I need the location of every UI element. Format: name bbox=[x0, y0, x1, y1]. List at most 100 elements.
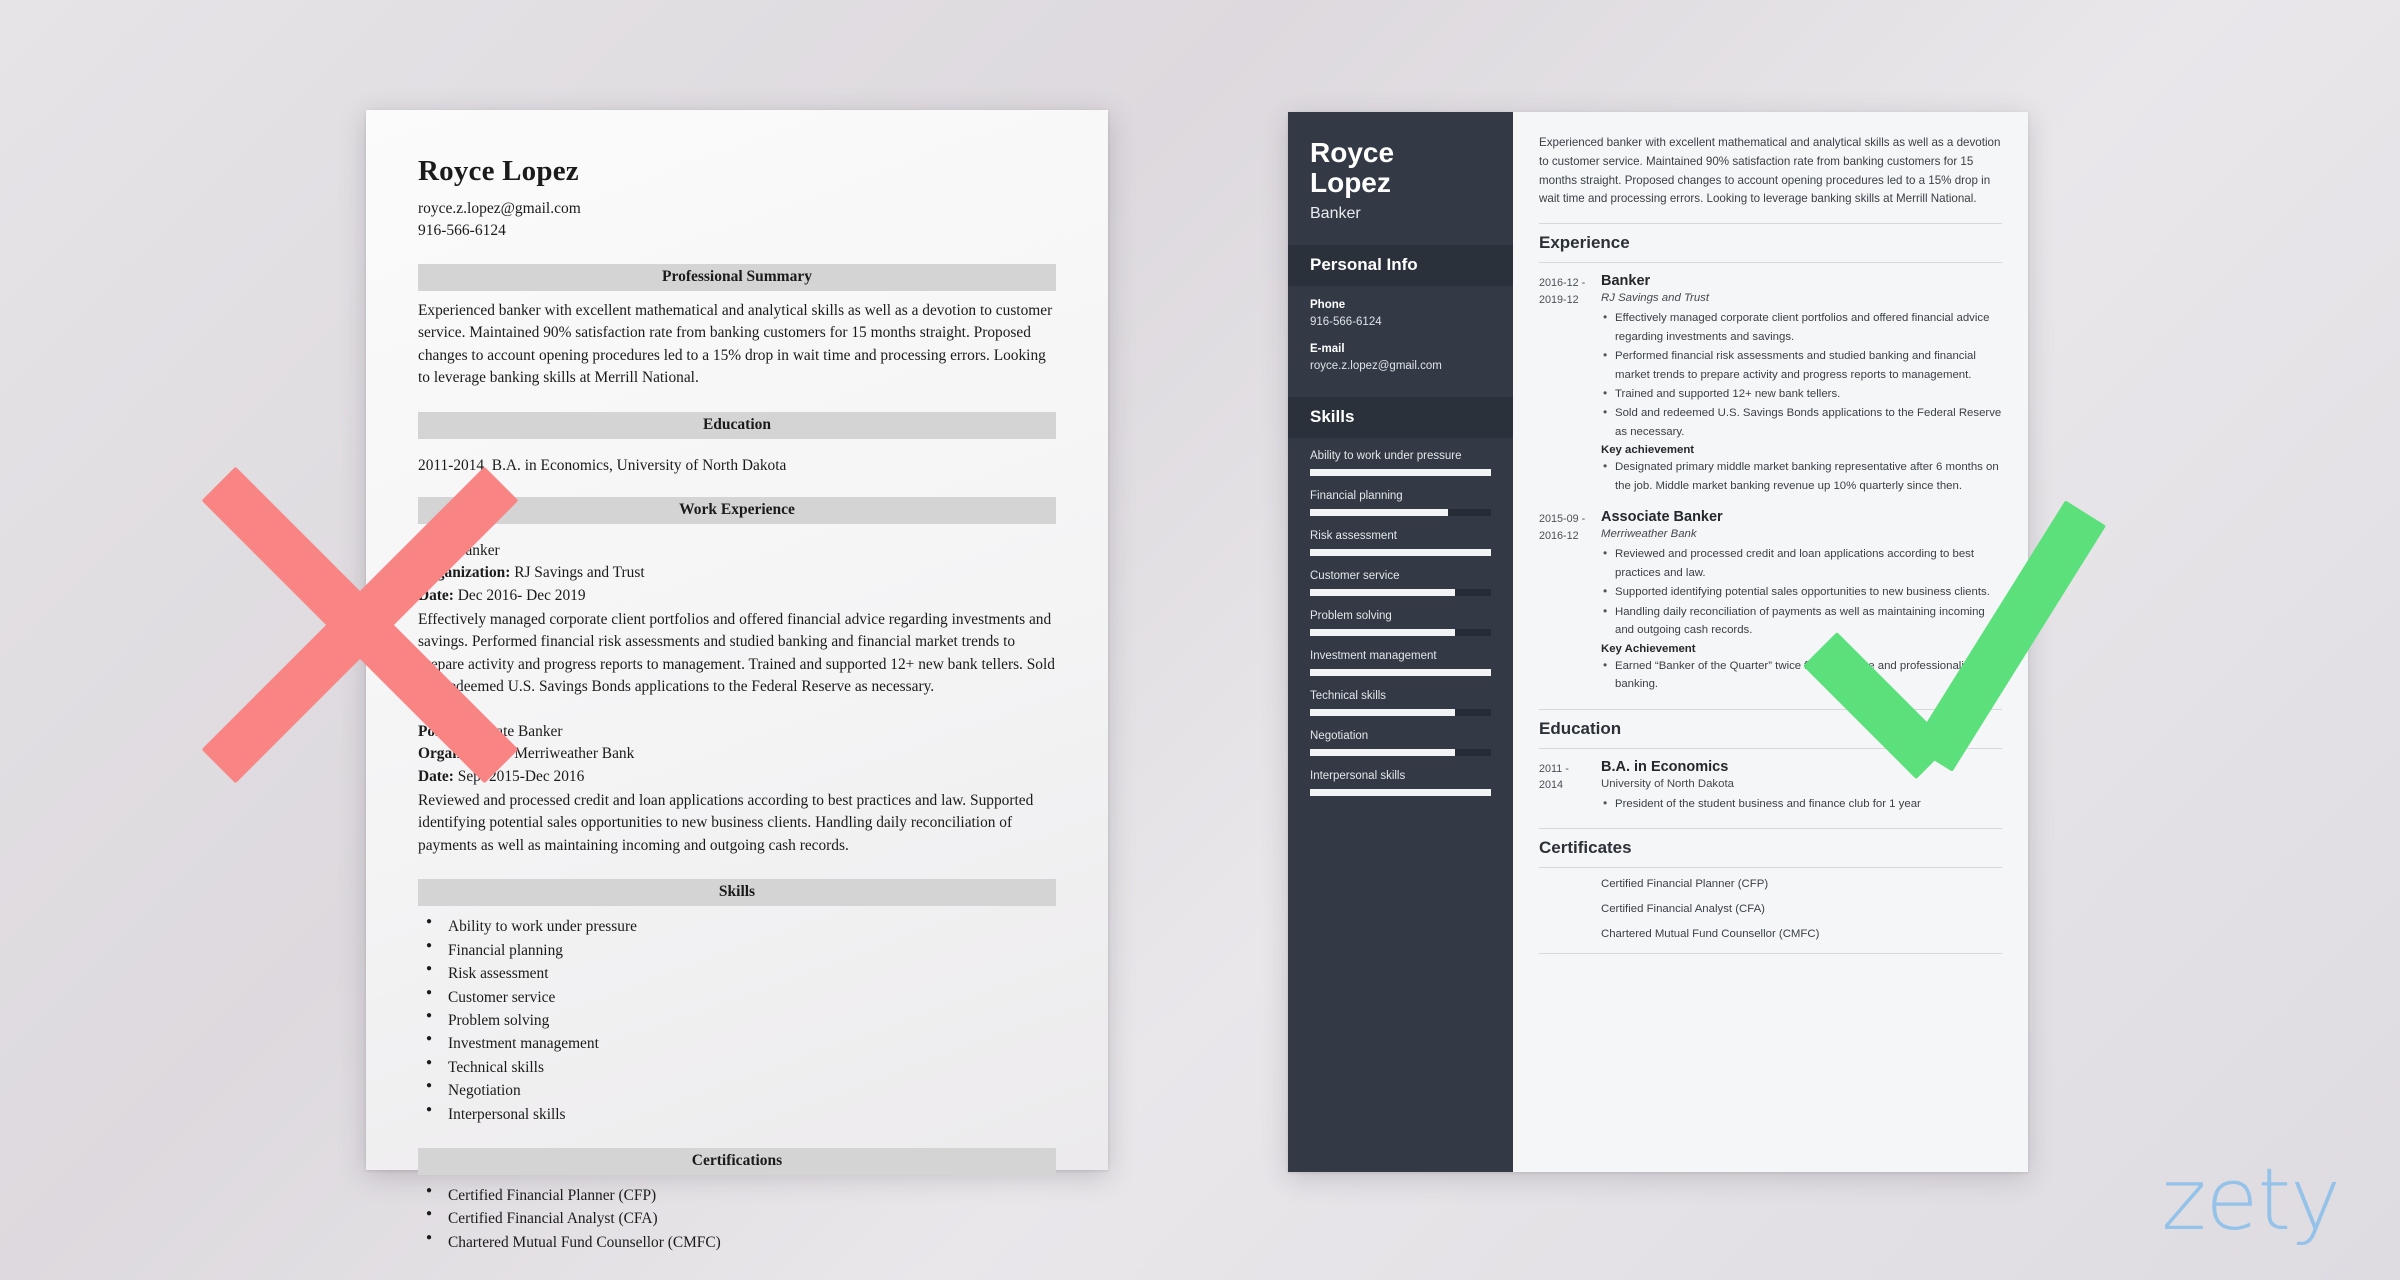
bad-summary-text: Experienced banker with excellent mathem… bbox=[418, 302, 1053, 387]
list-item: Effectively managed corporate client por… bbox=[1601, 308, 2002, 346]
bad-education-line: 2011-2014, B.A. in Economics, University… bbox=[418, 456, 787, 474]
list-item: Certified Financial Planner (CFP) bbox=[418, 1183, 1056, 1207]
skill-item: Negotiation bbox=[1310, 730, 1491, 757]
list-item: Reviewed and processed credit and loan a… bbox=[1601, 544, 2002, 582]
entry-organization: RJ Savings and Trust bbox=[1601, 292, 1710, 305]
bad-job-post-line: Post: Associate Banker bbox=[418, 721, 1056, 743]
skill-name: Interpersonal skills bbox=[1310, 770, 1406, 783]
personal-info-block: Phone 916-566-6124 E-mail royce.z.lopez@… bbox=[1288, 286, 1513, 397]
good-section-heading-education: Education bbox=[1539, 708, 2002, 749]
sidebar-heading-skills: Skills bbox=[1288, 397, 1513, 439]
skill-name: Technical skills bbox=[1310, 690, 1387, 703]
bad-certifications-list: Certified Financial Planner (CFP)Certifi… bbox=[418, 1183, 1056, 1254]
good-education-list: 2011 - 2014 B.A. in Economics University of… bbox=[1539, 759, 2002, 814]
certificate-item: Certified Financial Analyst (CFA) bbox=[1601, 903, 1765, 916]
skill-level-bar bbox=[1310, 669, 1491, 677]
list-item: Chartered Mutual Fund Counsellor (CMFC) bbox=[418, 1230, 1056, 1254]
phone-value: 916-566-6124 bbox=[1310, 316, 1382, 329]
list-item: Customer service bbox=[418, 984, 1056, 1009]
key-achievement-label: Key Achievement bbox=[1601, 642, 1696, 655]
entry-date-to: 2019-12 bbox=[1539, 293, 1579, 306]
entry-date-range: 2016-12 - 2019-12 bbox=[1539, 273, 1601, 496]
skill-level-bar bbox=[1310, 509, 1491, 517]
good-section-heading-experience: Experience bbox=[1539, 223, 2002, 264]
skill-level-fill bbox=[1310, 789, 1491, 797]
phone-label: Phone bbox=[1310, 299, 1346, 312]
list-item: Sold and redeemed U.S. Savings Bonds app… bbox=[1601, 403, 2002, 441]
good-experience-list: 2016-12 - 2019-12 Banker RJ Savings and Tru… bbox=[1539, 273, 2002, 695]
skill-level-bar bbox=[1310, 709, 1491, 717]
bad-job-description: Effectively managed corporate client por… bbox=[418, 610, 1055, 696]
entry-date-from: 2015-09 - bbox=[1539, 513, 1586, 526]
bad-section-heading-education: Education bbox=[418, 411, 1056, 439]
good-resume-name-line1: Royce bbox=[1310, 137, 1395, 168]
skill-item: Risk assessment bbox=[1310, 530, 1491, 557]
key-achievement-list: Designated primary middle market banking… bbox=[1601, 457, 2002, 495]
skill-level-bar bbox=[1310, 749, 1491, 757]
list-item: Interpersonal skills bbox=[418, 1102, 1056, 1126]
zety-logo: zety bbox=[2161, 1150, 2341, 1250]
list-item: Negotiation bbox=[418, 1078, 1056, 1102]
bad-job-post-value: Banker bbox=[455, 541, 500, 559]
list-item: Financial planning bbox=[418, 938, 1056, 962]
skill-level-fill bbox=[1310, 709, 1455, 717]
bad-job-post-label: Post: bbox=[418, 541, 452, 559]
skill-name: Investment management bbox=[1310, 650, 1437, 663]
bad-resume-name: Royce Lopez bbox=[418, 155, 579, 187]
bad-job-org-value: Merriweather Bank bbox=[514, 745, 635, 763]
skill-name: Ability to work under pressure bbox=[1310, 450, 1462, 463]
key-achievement-list: Earned “Banker of the Quarter” twice for… bbox=[1601, 656, 2002, 694]
list-item: Designated primary middle market banking… bbox=[1601, 457, 2002, 495]
skill-level-fill bbox=[1310, 749, 1455, 757]
skill-item: Ability to work under pressure bbox=[1310, 450, 1491, 477]
bad-job-date-value: Sept 2015-Dec 2016 bbox=[457, 767, 585, 785]
list-item: Ability to work under pressure bbox=[418, 914, 1056, 938]
entry-date-range: 2015-09 - 2016-12 bbox=[1539, 509, 1601, 694]
bad-job-org-label: Organization: bbox=[418, 564, 511, 582]
good-section-heading-certificates: Certificates bbox=[1539, 828, 2002, 869]
bad-job-date-line: Date: Sept 2015-Dec 2016 bbox=[418, 766, 1056, 788]
bad-job-org-label: Organization: bbox=[418, 745, 511, 763]
list-item: Performed financial risk assessments and… bbox=[1601, 346, 2002, 384]
entry-role-title: B.A. in Economics bbox=[1601, 758, 1729, 775]
skill-item: Investment management bbox=[1310, 650, 1491, 677]
experience-entry: 2015-09 - 2016-12 Associate Banker Merriwea… bbox=[1539, 509, 2002, 694]
entry-date-range: 2011 - 2014 bbox=[1539, 759, 1601, 814]
bad-job-date-value: Dec 2016- Dec 2019 bbox=[457, 586, 586, 604]
bad-job-entry: Post: Banker Organization: RJ Savings an… bbox=[418, 540, 1056, 699]
key-achievement-label: Key achievement bbox=[1601, 444, 1695, 457]
bad-section-heading-certifications: Certifications bbox=[418, 1147, 1056, 1175]
list-item: Supported identifying potential sales op… bbox=[1601, 582, 2002, 602]
entry-body: Banker RJ Savings and Trust Effectively ma… bbox=[1601, 273, 2002, 496]
skill-level-fill bbox=[1310, 469, 1491, 477]
good-resume-job-title: Banker bbox=[1310, 205, 1361, 223]
bad-job-post-line: Post: Banker bbox=[418, 540, 1056, 562]
skill-level-fill bbox=[1310, 629, 1455, 637]
entry-date-to: 2016-12 bbox=[1539, 530, 1579, 543]
good-resume-name-line2: Lopez bbox=[1310, 167, 1391, 199]
entry-role-title: Associate Banker bbox=[1601, 509, 1723, 526]
entry-body: B.A. in Economics University of North Dak… bbox=[1601, 759, 2002, 814]
bad-job-org-value: RJ Savings and Trust bbox=[514, 564, 645, 582]
entry-organization: Merriweather Bank bbox=[1601, 528, 1697, 541]
email-value: royce.z.lopez@gmail.com bbox=[1310, 360, 1442, 373]
good-resume-document: Royce Lopez Banker Personal Info Phone 9… bbox=[1288, 112, 2028, 1172]
skill-level-fill bbox=[1310, 669, 1491, 677]
experience-entry: 2016-12 - 2019-12 Banker RJ Savings and Tru… bbox=[1539, 273, 2002, 496]
entry-body: Associate Banker Merriweather Bank Reviewe… bbox=[1601, 509, 2002, 694]
skill-item: Technical skills bbox=[1310, 690, 1491, 717]
skill-level-fill bbox=[1310, 549, 1491, 557]
skill-name: Negotiation bbox=[1310, 730, 1369, 743]
bad-job-date-label: Date: bbox=[418, 586, 454, 604]
bad-section-heading-skills: Skills bbox=[418, 879, 1056, 907]
entry-bullet-list: Effectively managed corporate client por… bbox=[1601, 308, 2002, 441]
list-item: Earned “Banker of the Quarter” twice for… bbox=[1601, 656, 2002, 694]
email-label: E-mail bbox=[1310, 343, 1345, 356]
bad-job-org-line: Organization: Merriweather Bank bbox=[418, 743, 1056, 765]
bad-job-description: Reviewed and processed credit and loan a… bbox=[418, 791, 1034, 854]
bad-job-date-label: Date: bbox=[418, 767, 454, 785]
bad-job-org-line: Organization: RJ Savings and Trust bbox=[418, 562, 1056, 584]
experience-entry: 2011 - 2014 B.A. in Economics University of… bbox=[1539, 759, 2002, 814]
bad-resume-email: royce.z.lopez@gmail.com bbox=[418, 200, 581, 217]
bad-job-post-label: Post: bbox=[418, 722, 452, 740]
